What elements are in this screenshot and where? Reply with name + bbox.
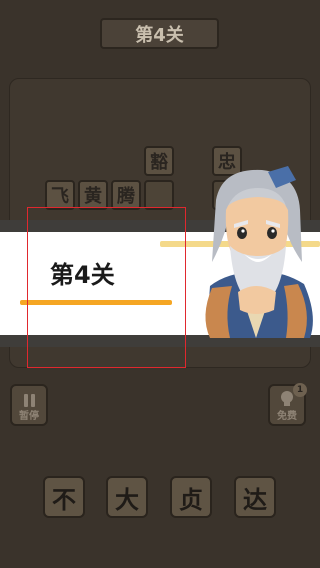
choice-char: 贞	[179, 485, 203, 514]
lightbulb-icon	[281, 391, 293, 406]
tile-char: 腾	[117, 186, 135, 207]
tile-char: 飞	[51, 186, 69, 207]
puzzle-tile[interactable]: 黄	[78, 180, 108, 210]
pause-button[interactable]: 暂停	[10, 384, 48, 426]
puzzle-tile[interactable]: 腾	[111, 180, 141, 210]
puzzle-tile[interactable]: 飞	[45, 180, 75, 210]
choice-tile[interactable]: 贞	[170, 476, 212, 518]
sage-character-icon	[205, 166, 313, 338]
puzzle-tile-empty[interactable]	[144, 180, 174, 210]
choice-tile[interactable]: 达	[234, 476, 276, 518]
tile-char: 黄	[84, 186, 102, 207]
puzzle-tile[interactable]: 豁	[144, 146, 174, 176]
hint-button[interactable]: 1 免费	[268, 383, 307, 426]
tile-char: 豁	[150, 152, 168, 173]
choice-tile[interactable]: 不	[43, 476, 85, 518]
hint-label: 免费	[277, 411, 297, 422]
choice-char: 大	[115, 485, 139, 514]
highlight-box	[27, 207, 186, 368]
choice-tile[interactable]: 大	[106, 476, 148, 518]
level-title-pill: 第4关	[100, 18, 219, 49]
choice-char: 达	[243, 485, 267, 514]
choice-char: 不	[52, 485, 76, 514]
pause-label: 暂停	[19, 411, 39, 422]
hint-count-badge: 1	[293, 383, 307, 397]
level-title: 第4关	[135, 24, 184, 46]
